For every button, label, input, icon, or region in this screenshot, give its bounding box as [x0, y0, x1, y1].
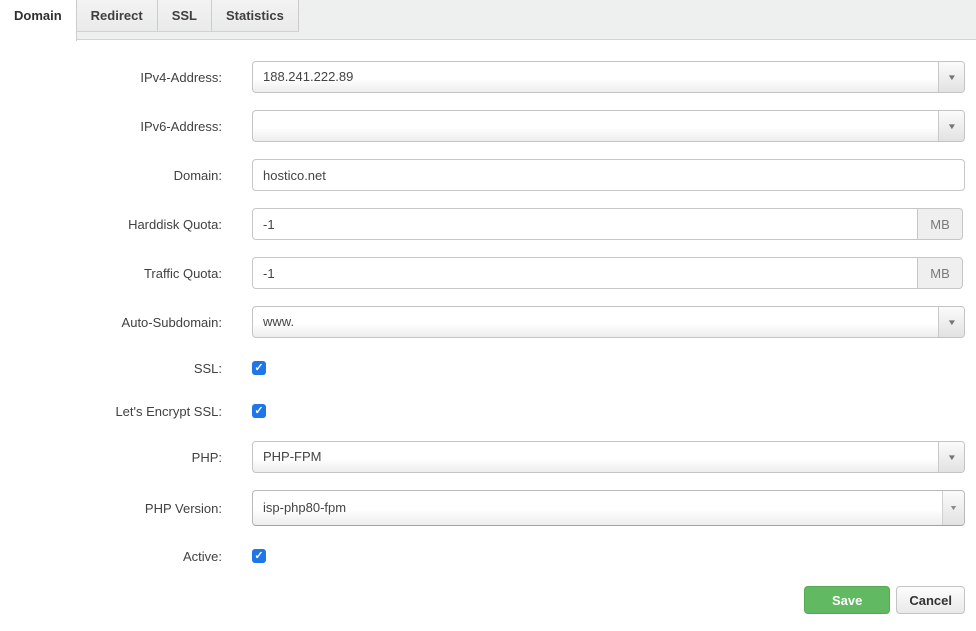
domain-input[interactable]	[252, 159, 965, 191]
checkmark-icon: ✓	[254, 550, 263, 562]
ipv4-address-row: IPv4-Address: 188.241.222.89 ▼	[0, 61, 965, 93]
ipv6-address-selected-value	[253, 111, 938, 141]
ipv4-dropdown-button[interactable]: ▼	[938, 62, 964, 92]
php-version-dropdown-button[interactable]: ▼	[942, 491, 964, 525]
harddisk-quota-unit: MB	[917, 208, 963, 240]
auto-subdomain-label: Auto-Subdomain:	[0, 315, 222, 330]
php-select[interactable]: PHP-FPM ▼	[252, 441, 965, 473]
chevron-down-icon: ▼	[946, 122, 956, 131]
traffic-quota-label: Traffic Quota:	[0, 266, 222, 281]
ipv6-address-select[interactable]: ▼	[252, 110, 965, 142]
harddisk-quota-row: Harddisk Quota: MB	[0, 208, 965, 240]
php-dropdown-button[interactable]: ▼	[938, 442, 964, 472]
traffic-quota-input[interactable]	[252, 257, 918, 289]
tab-redirect[interactable]: Redirect	[77, 0, 158, 32]
auto-subdomain-dropdown-button[interactable]: ▼	[938, 307, 964, 337]
active-checkbox[interactable]: ✓	[252, 549, 266, 563]
domain-row: Domain:	[0, 159, 965, 191]
tab-bar: Domain Redirect SSL Statistics	[0, 0, 976, 40]
checkmark-icon: ✓	[254, 405, 263, 417]
form-action-buttons: Save Cancel	[0, 586, 965, 614]
harddisk-quota-input[interactable]	[252, 208, 918, 240]
chevron-down-icon: ▼	[946, 73, 956, 82]
ipv6-address-row: IPv6-Address: ▼	[0, 110, 965, 142]
tab-domain[interactable]: Domain	[0, 0, 77, 41]
traffic-quota-row: Traffic Quota: MB	[0, 257, 965, 289]
auto-subdomain-select[interactable]: www. ▼	[252, 306, 965, 338]
checkmark-icon: ✓	[254, 362, 263, 374]
php-label: PHP:	[0, 450, 222, 465]
php-row: PHP: PHP-FPM ▼	[0, 441, 965, 473]
domain-label: Domain:	[0, 168, 222, 183]
ipv4-address-selected-value: 188.241.222.89	[253, 62, 938, 92]
letsencrypt-ssl-label: Let's Encrypt SSL:	[0, 404, 222, 419]
ssl-row: SSL: ✓	[0, 355, 965, 381]
tab-ssl[interactable]: SSL	[158, 0, 212, 32]
php-version-selected-value: isp-php80-fpm	[253, 491, 942, 525]
letsencrypt-ssl-row: Let's Encrypt SSL: ✓	[0, 398, 965, 424]
php-version-label: PHP Version:	[0, 501, 222, 516]
php-version-row: PHP Version: isp-php80-fpm ▼	[0, 490, 965, 526]
php-selected-value: PHP-FPM	[253, 442, 938, 472]
ipv4-address-label: IPv4-Address:	[0, 70, 222, 85]
save-button[interactable]: Save	[804, 586, 890, 614]
letsencrypt-ssl-checkbox[interactable]: ✓	[252, 404, 266, 418]
ssl-label: SSL:	[0, 361, 222, 376]
ssl-checkbox[interactable]: ✓	[252, 361, 266, 375]
ipv4-address-select[interactable]: 188.241.222.89 ▼	[252, 61, 965, 93]
ipv6-dropdown-button[interactable]: ▼	[938, 111, 964, 141]
domain-settings-form: IPv4-Address: 188.241.222.89 ▼ IPv6-Addr…	[0, 40, 976, 614]
ipv6-address-label: IPv6-Address:	[0, 119, 222, 134]
active-row: Active: ✓	[0, 543, 965, 569]
harddisk-quota-label: Harddisk Quota:	[0, 217, 222, 232]
tab-statistics[interactable]: Statistics	[212, 0, 299, 32]
traffic-quota-unit: MB	[917, 257, 963, 289]
active-label: Active:	[0, 549, 222, 564]
auto-subdomain-selected-value: www.	[253, 307, 938, 337]
chevron-down-icon: ▼	[946, 318, 956, 327]
chevron-down-icon: ▼	[949, 505, 958, 512]
cancel-button[interactable]: Cancel	[896, 586, 965, 614]
auto-subdomain-row: Auto-Subdomain: www. ▼	[0, 306, 965, 338]
php-version-select[interactable]: isp-php80-fpm ▼	[252, 490, 965, 526]
chevron-down-icon: ▼	[946, 453, 956, 462]
